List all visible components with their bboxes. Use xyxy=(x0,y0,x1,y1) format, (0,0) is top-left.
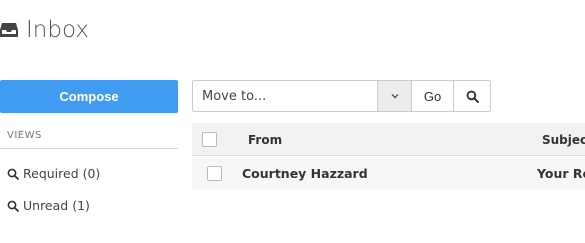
page-header: Inbox xyxy=(0,14,89,46)
table-header: From Subject xyxy=(192,123,585,156)
column-header-subject[interactable]: Subject xyxy=(542,133,585,147)
view-required[interactable]: Required (0) xyxy=(7,166,100,181)
view-unread-label: Unread (1) xyxy=(23,198,90,213)
search-button[interactable] xyxy=(454,80,491,112)
inbox-icon xyxy=(0,23,18,37)
compose-button[interactable]: Compose xyxy=(0,80,178,113)
row-from: Courtney Hazzard xyxy=(242,166,368,181)
move-to-select[interactable]: Move to... xyxy=(192,80,412,112)
row-checkbox[interactable] xyxy=(207,166,222,181)
select-all-checkbox[interactable] xyxy=(202,132,217,147)
page-title: Inbox xyxy=(26,17,89,43)
search-icon xyxy=(7,168,19,180)
chevron-down-icon[interactable] xyxy=(377,81,411,111)
toolbar: Move to... Go xyxy=(192,80,491,112)
column-header-from[interactable]: From xyxy=(248,133,282,147)
views-divider xyxy=(0,148,178,149)
table-row[interactable]: Courtney Hazzard Your Re xyxy=(192,157,585,189)
search-icon xyxy=(466,90,479,103)
row-subject: Your Re xyxy=(537,166,585,181)
view-required-label: Required (0) xyxy=(23,166,101,181)
search-icon xyxy=(7,200,19,212)
view-unread[interactable]: Unread (1) xyxy=(7,198,90,213)
go-button[interactable]: Go xyxy=(412,80,454,112)
move-to-label: Move to... xyxy=(202,88,267,104)
views-heading: VIEWS xyxy=(7,130,42,141)
